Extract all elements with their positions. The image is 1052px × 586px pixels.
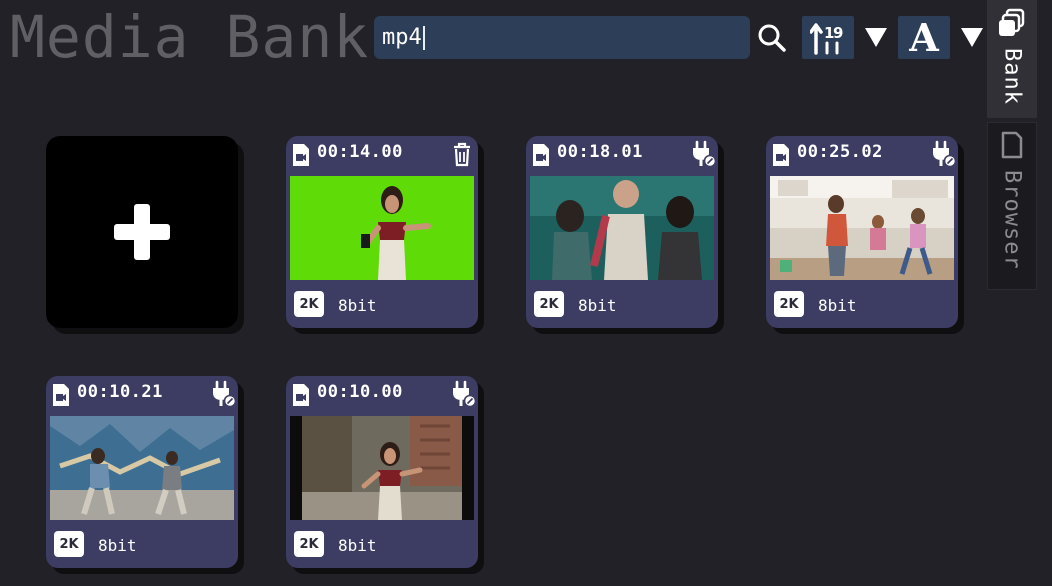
media-card[interactable]: 00:10.21 2K 8bit xyxy=(46,376,238,568)
media-card-header: 00:10.00 xyxy=(286,376,478,414)
media-thumbnail xyxy=(770,176,954,280)
plugin-button[interactable] xyxy=(210,380,237,408)
folder-icon xyxy=(1001,131,1023,159)
tab-bank-label: Bank xyxy=(999,48,1025,105)
media-card-header: 00:10.21 xyxy=(46,376,238,414)
sort-button[interactable]: 1 9 xyxy=(802,16,854,59)
plus-icon-bar xyxy=(114,224,170,240)
bit-depth-label: 8bit xyxy=(818,296,857,315)
plug-icon xyxy=(213,380,237,408)
plugin-button[interactable] xyxy=(930,140,957,168)
bit-depth-label: 8bit xyxy=(98,536,137,555)
search-input[interactable]: mp4 xyxy=(374,16,750,59)
plug-icon xyxy=(933,140,957,168)
media-card[interactable]: 00:10.00 2K 8bit xyxy=(286,376,478,568)
plug-icon xyxy=(453,380,477,408)
media-duration: 00:10.21 xyxy=(77,382,163,402)
video-file-icon xyxy=(773,144,789,166)
media-duration: 00:18.01 xyxy=(557,142,643,162)
video-file-icon xyxy=(533,144,549,166)
media-card-header: 00:14.00 xyxy=(286,136,478,174)
text-caret xyxy=(422,25,425,50)
search-input-value[interactable]: mp4 xyxy=(382,25,422,50)
video-file-icon xyxy=(53,384,69,406)
stack-icon xyxy=(999,8,1025,36)
media-card[interactable]: 00:25.02 2K 8bit xyxy=(766,136,958,328)
media-thumbnail xyxy=(50,416,234,520)
bit-depth-label: 8bit xyxy=(338,296,377,315)
media-duration: 00:14.00 xyxy=(317,142,403,162)
sort-dropdown-icon[interactable] xyxy=(865,28,887,47)
tab-bank[interactable]: Bank xyxy=(987,0,1037,118)
media-thumbnail xyxy=(290,176,474,280)
font-dropdown-icon[interactable] xyxy=(961,28,983,47)
media-duration: 00:25.02 xyxy=(797,142,883,162)
add-media-button[interactable] xyxy=(46,136,238,328)
media-card-header: 00:18.01 xyxy=(526,136,718,174)
plugin-button[interactable] xyxy=(690,140,717,168)
tab-browser-label: Browser xyxy=(999,170,1025,270)
media-card[interactable]: 00:18.01 2K 8bit xyxy=(526,136,718,328)
font-button-label: A xyxy=(909,15,939,60)
font-button[interactable]: A xyxy=(898,16,950,59)
resolution-badge: 2K xyxy=(774,291,804,317)
page-title: Media Bank xyxy=(10,3,370,71)
search-button[interactable] xyxy=(756,22,788,54)
resolution-badge: 2K xyxy=(54,531,84,557)
media-thumbnail xyxy=(530,176,714,280)
trash-icon xyxy=(454,142,470,167)
media-duration: 00:10.00 xyxy=(317,382,403,402)
video-file-icon xyxy=(293,384,309,406)
sort-icon: 1 9 xyxy=(810,22,843,55)
resolution-badge: 2K xyxy=(294,291,324,317)
resolution-badge: 2K xyxy=(534,291,564,317)
plugin-button[interactable] xyxy=(450,380,477,408)
media-card-header: 00:25.02 xyxy=(766,136,958,174)
magnifier-icon xyxy=(758,24,786,52)
video-file-icon xyxy=(293,144,309,166)
media-card[interactable]: 00:14.00 2K 8bit xyxy=(286,136,478,328)
delete-button[interactable] xyxy=(450,140,474,168)
bit-depth-label: 8bit xyxy=(578,296,617,315)
media-thumbnail xyxy=(290,416,474,520)
tab-browser[interactable]: Browser xyxy=(987,122,1037,290)
resolution-badge: 2K xyxy=(294,531,324,557)
plug-icon xyxy=(693,140,717,168)
side-tab-bar: Bank Browser xyxy=(987,0,1037,292)
svg-text:9: 9 xyxy=(833,24,843,42)
bit-depth-label: 8bit xyxy=(338,536,377,555)
